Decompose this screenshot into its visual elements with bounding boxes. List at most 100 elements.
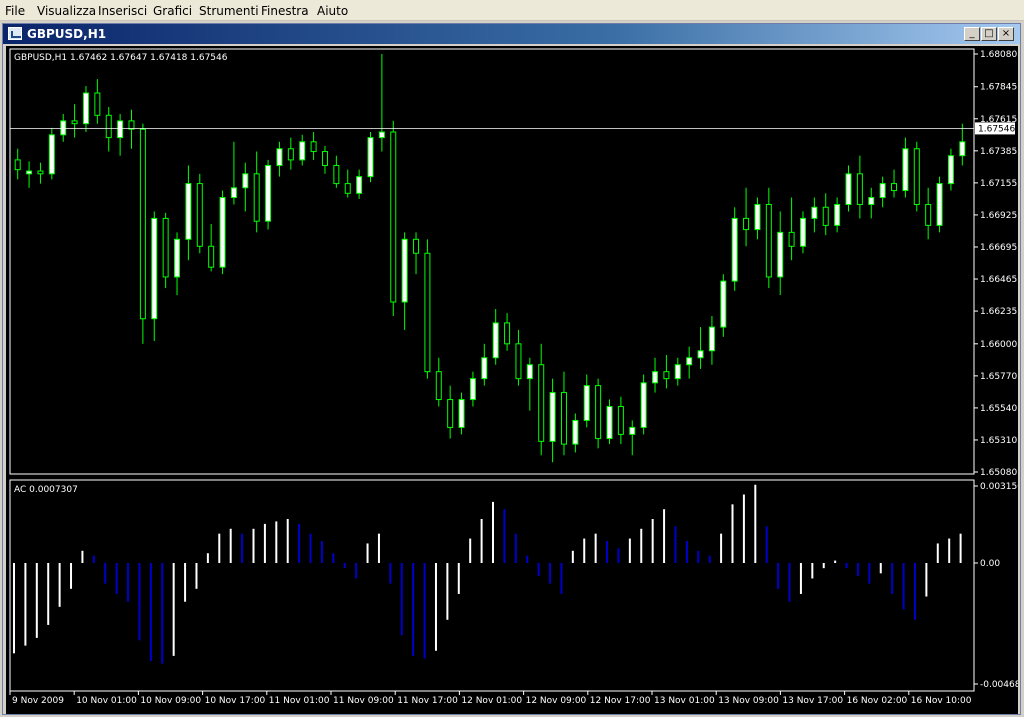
menu-bar: File Visualizza Inserisci Grafici Strumenti F… [0,0,1024,21]
candle-body [458,399,465,428]
candle-body [936,183,943,226]
candle-body [230,187,237,199]
candle-body [219,197,226,268]
candle-body [697,350,704,359]
price-tick-label: 1.65770 [980,372,1017,382]
menu-inserisci[interactable]: Inserisci [98,4,147,18]
candle-body [367,137,374,178]
candle-body [242,173,249,189]
candle-body [26,170,33,175]
candle-body [196,183,203,247]
candle-body [515,343,522,380]
candle-body [435,371,442,401]
menu-grafici[interactable]: Grafici [153,4,192,18]
menu-visualizza[interactable]: Visualizza [37,4,96,18]
menu-strumenti[interactable]: Strumenti [199,4,259,18]
price-tick-label: 1.65540 [980,404,1017,414]
chart-header-label: GBPUSD,H1 1.67462 1.67647 1.67418 1.6754… [14,53,228,63]
candle-body [344,183,351,194]
candle-body [321,151,328,166]
time-label: 10 Nov 09:00 [140,696,201,706]
candle-body [834,203,841,226]
candle-body [253,173,260,222]
indicator-tick-label: 0.00 [980,559,1000,569]
price-tick-label: 1.66000 [980,340,1017,350]
candle-body [139,128,146,320]
current-price-label: 1.67546 [978,124,1015,134]
close-button[interactable]: × [998,27,1014,41]
candle-body [469,378,476,401]
price-tick-label: 1.67385 [980,147,1017,157]
menu-finestra[interactable]: Finestra [261,4,309,18]
candle-body [583,385,590,421]
candle-body [663,371,670,380]
candle-body [413,238,420,254]
candle-body [743,217,750,231]
candle-body [162,217,169,278]
price-tick-label: 1.66695 [980,243,1017,253]
candle-body [333,164,340,185]
price-tick-label: 1.65080 [980,468,1017,478]
time-label: 10 Nov 17:00 [205,696,266,706]
time-label: 16 Nov 10:00 [911,696,972,706]
candle-body [708,326,715,352]
candle-body [902,148,909,192]
time-label: 12 Nov 09:00 [526,696,587,706]
time-label: 11 Nov 17:00 [397,696,458,706]
candle-body [629,426,636,435]
price-tick-label: 1.65310 [980,436,1017,446]
price-tick-label: 1.67845 [980,83,1017,93]
time-label: 13 Nov 01:00 [654,696,715,706]
price-tick-label: 1.66465 [980,275,1017,285]
minimize-button[interactable]: _ [964,27,980,41]
window-title: GBPUSD,H1 [27,27,107,41]
candle-body [71,120,78,125]
candle-body [82,92,89,125]
chart-area[interactable]: 1.68080 1.67845 1.67615 1.67385 1.67155 1.669… [6,46,1018,714]
candle-body [913,148,920,205]
menu-file[interactable]: File [5,4,25,18]
candle-body [856,173,863,205]
candle-body [60,120,67,136]
candle-body [879,183,886,199]
title-bar[interactable]: GBPUSD,H1 _ □ × [3,24,1020,44]
price-tick-label: 1.66235 [980,307,1017,317]
time-label: 13 Nov 09:00 [718,696,779,706]
time-label: 10 Nov 01:00 [76,696,137,706]
candle-body [208,245,215,268]
chart-canvas[interactable]: 1.680801.678451.676151.673851.671551.669… [6,46,1018,714]
candle-body [811,206,818,219]
candle-body [117,120,124,139]
candle-body [891,183,898,192]
candle-body [674,364,681,380]
time-label: 12 Nov 01:00 [461,696,522,706]
candle-body [799,217,806,247]
candle-body [754,203,761,231]
menu-aiuto[interactable]: Aiuto [317,4,348,18]
candle-body [447,399,454,428]
maximize-button[interactable]: □ [981,27,997,41]
candle-body [788,231,795,247]
candle-body [151,217,158,320]
indicator-tick-label: -0.004689 [980,680,1018,690]
price-tick-label: 1.68080 [980,50,1017,60]
candle-body [105,114,112,139]
candle-body [640,382,647,428]
candle-body [299,141,306,161]
time-label: 11 Nov 01:00 [269,696,330,706]
candle-body [174,238,181,278]
chart-window-icon [8,27,22,40]
candle-body [185,183,192,240]
candle-body [390,131,397,303]
candle-body [822,206,829,226]
candle-body [686,357,693,366]
candle-body [276,148,283,166]
candle-body [606,406,613,440]
candle-body [538,364,545,442]
candle-body [560,392,567,445]
candle-body [48,134,55,175]
candle-body [947,155,954,185]
candle-body [424,252,431,373]
candle-body [868,197,875,205]
candle-body [959,141,966,157]
